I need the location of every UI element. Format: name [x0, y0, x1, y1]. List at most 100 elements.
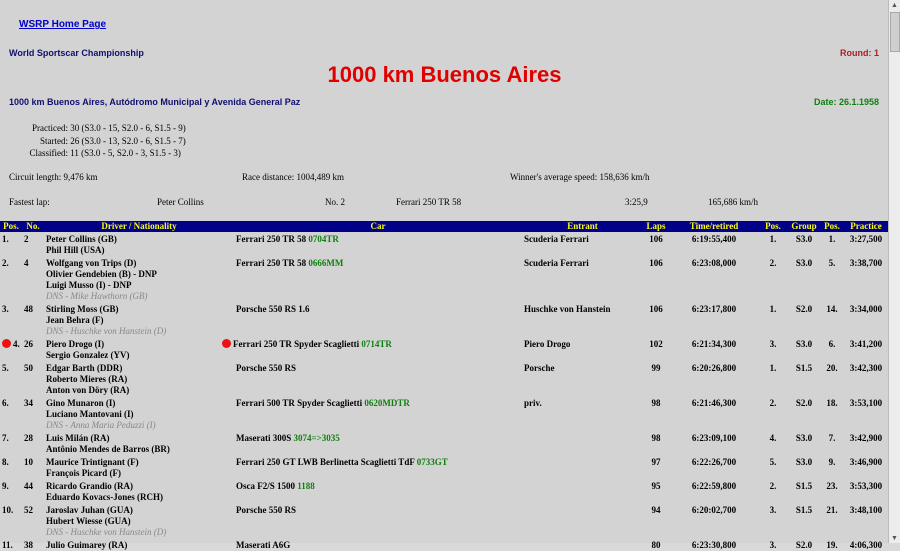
result-practice-pos: 19.	[826, 540, 838, 550]
results-header-row: Pos. No. Driver / Nationality Car Entran…	[0, 221, 889, 232]
result-number: 44	[24, 481, 33, 491]
driver-name: Gino Munaron (I)	[46, 398, 116, 408]
result-pos: 2.	[2, 258, 9, 268]
driver-name: Luciano Mantovani (I)	[46, 409, 134, 419]
home-page-link[interactable]: WSRP Home Page	[19, 19, 106, 30]
result-laps: 102	[649, 339, 663, 349]
result-practice-pos: 7.	[828, 433, 836, 443]
col-pos: Pos.	[0, 221, 22, 232]
result-car: Porsche 550 RS	[234, 361, 522, 396]
practiced-label: Practiced:	[32, 123, 68, 133]
result-row: 9. 44 Ricardo Grandio (RA) Eduardo Kovacs-J…	[0, 479, 889, 503]
fastest-lap-speed: 165,686 km/h	[708, 197, 759, 207]
driver-name: Jaroslav Juhan (GUA)	[46, 505, 133, 515]
result-pos: 9.	[2, 481, 9, 491]
result-row: 4. 26 Piero Drogo (I) Sergio Gonzalez (YV) F…	[0, 337, 889, 361]
driver-name: Sergio Gonzalez (YV)	[46, 350, 130, 360]
dns-note: DNS - Mike Hawthorn (GB)	[46, 291, 148, 301]
scroll-up-arrow-icon[interactable]: ▲	[889, 0, 900, 10]
result-number: 2	[24, 234, 29, 244]
result-row: 5. 50 Edgar Barth (DDR) Roberto Mieres (RA)…	[0, 361, 889, 396]
result-row: 1. 2 Peter Collins (GB) Phil Hill (USA) Ferr…	[0, 232, 889, 256]
result-time: 6:21:34,300	[691, 339, 737, 349]
winner-average-speed: Winner's average speed: 158,636 km/h	[510, 172, 650, 182]
fastest-lap-number: No. 2	[325, 197, 345, 207]
result-practice-pos: 6.	[828, 339, 836, 349]
result-number: 26	[24, 339, 33, 349]
car-model: Ferrari 250 TR Spyder Scaglietti	[233, 339, 360, 349]
result-group: S2.0	[795, 304, 813, 314]
result-pos: 7.	[2, 433, 9, 443]
result-car: Osca F2/S 1500 1188	[234, 479, 522, 503]
scroll-down-arrow-icon[interactable]: ▼	[889, 533, 900, 543]
result-entrant	[522, 431, 643, 455]
chassis-number: 0666MM	[308, 258, 344, 268]
driver-name: Olivier Gendebien (B) - DNP	[46, 269, 157, 279]
scroll-thumb[interactable]	[890, 12, 900, 52]
col-class-pos: Pos.	[759, 221, 787, 232]
car-model: Maserati 300S	[236, 433, 292, 443]
result-practice-time: 3:34,000	[849, 304, 883, 314]
result-group: S2.0	[795, 540, 813, 550]
vertical-scrollbar[interactable]: ▲ ▼	[888, 0, 900, 543]
result-row: 7. 28 Luis Milán (RA) Antônio Mendes de Bar…	[0, 431, 889, 455]
car-model: Porsche 550 RS 1.6	[236, 304, 310, 314]
result-drivers: Piero Drogo (I) Sergio Gonzalez (YV)	[44, 337, 234, 361]
driver-name: Roberto Mieres (RA)	[46, 374, 128, 384]
result-car: Porsche 550 RS 1.6	[234, 302, 522, 337]
result-drivers: Peter Collins (GB) Phil Hill (USA)	[44, 232, 234, 256]
result-practice-time: 4:06,300	[849, 540, 883, 550]
fastest-lap-driver: Peter Collins	[157, 197, 204, 207]
result-entrant	[522, 455, 643, 479]
chassis-number: 0733GT	[416, 457, 448, 467]
col-driver: Driver / Nationality	[44, 221, 234, 232]
result-time: 6:20:26,800	[691, 363, 737, 373]
results-table: Pos. No. Driver / Nationality Car Entran…	[0, 221, 889, 551]
result-number: 28	[24, 433, 33, 443]
result-row: 6. 34 Gino Munaron (I) Luciano Mantovani (I…	[0, 396, 889, 431]
result-pos: 11.	[2, 540, 13, 550]
driver-name: Anton von Döry (RA)	[46, 385, 130, 395]
result-entrant: Porsche	[524, 363, 555, 373]
car-model: Porsche 550 RS	[236, 505, 296, 515]
result-row: 10. 52 Jaroslav Juhan (GUA) Hubert Wiesse (…	[0, 503, 889, 538]
driver-name: Piero Drogo (I)	[46, 339, 105, 349]
result-laps: 106	[649, 304, 663, 314]
result-drivers: Luis Milán (RA) Antônio Mendes de Barros …	[44, 431, 234, 455]
result-pos: 4.	[0, 337, 22, 361]
result-practice-time: 3:42,300	[849, 363, 883, 373]
driver-name: Maurice Trintignant (F)	[46, 457, 139, 467]
result-row: 11. 38 Julio Guimarey (RA) Maserati A6G 80 6:…	[0, 538, 889, 551]
race-date: Date: 26.1.1958	[813, 97, 879, 107]
driver-name: Eduardo Kovacs-Jones (RCH)	[46, 492, 164, 502]
result-class-pos: 3.	[769, 505, 777, 515]
result-drivers: Gino Munaron (I) Luciano Mantovani (I) DNS…	[44, 396, 234, 431]
result-car: Ferrari 250 TR Spyder Scaglietti 0714TR	[222, 337, 522, 361]
driver-name: Phil Hill (USA)	[46, 245, 105, 255]
result-practice-time: 3:53,300	[849, 481, 883, 491]
result-laps: 98	[651, 433, 661, 443]
driver-name: Stirling Moss (GB)	[46, 304, 119, 314]
result-laps: 106	[649, 234, 663, 244]
result-class-pos: 1.	[769, 304, 777, 314]
chassis-number: 1188	[297, 481, 315, 491]
result-group: S1.5	[795, 363, 813, 373]
driver-name: Edgar Barth (DDR)	[46, 363, 123, 373]
result-time: 6:19:55,400	[691, 234, 737, 244]
result-practice-time: 3:41,200	[849, 339, 883, 349]
result-drivers: Jaroslav Juhan (GUA) Hubert Wiesse (GUA) D…	[44, 503, 234, 538]
result-time: 6:23:30,800	[691, 540, 737, 550]
result-car: Porsche 550 RS	[234, 503, 522, 538]
result-number: 4	[24, 258, 29, 268]
chassis-number: 3074=>3035	[293, 433, 340, 443]
result-pos: 10.	[2, 505, 14, 515]
car-model: Ferrari 250 TR 58	[236, 234, 307, 244]
driver-name: Julio Guimarey (RA)	[46, 540, 128, 550]
result-class-pos: 5.	[769, 457, 777, 467]
result-practice-pos: 20.	[826, 363, 838, 373]
result-practice-time: 3:53,100	[849, 398, 883, 408]
result-drivers: Wolfgang von Trips (D) Olivier Gendebien …	[44, 256, 234, 302]
result-entrant	[522, 538, 643, 551]
driver-name: Ricardo Grandio (RA)	[46, 481, 133, 491]
red-dot-icon	[2, 339, 11, 348]
